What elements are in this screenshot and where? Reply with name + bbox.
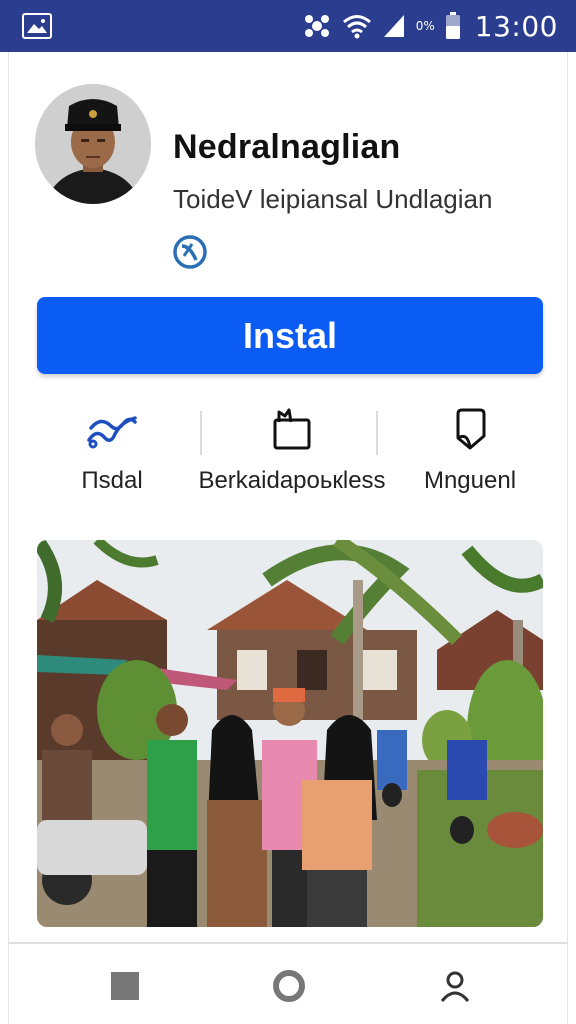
gallery-icon <box>22 13 52 39</box>
recents-button[interactable] <box>105 966 145 1006</box>
app-name: Nedralnaglian <box>173 128 401 166</box>
action-folder[interactable]: Berkaidapoькless <box>197 407 387 507</box>
clock: 13:00 <box>474 9 558 43</box>
verified-badge-icon <box>172 234 208 270</box>
action-row: Πsdal Berkaidapoькless Mnguenl <box>37 407 543 507</box>
link-icon <box>85 407 139 453</box>
app-subtitle: ToideV leipiansal Undlagian <box>173 184 493 214</box>
wifi-icon <box>342 13 372 39</box>
status-bar: 0% 13:00 <box>0 0 576 52</box>
battery-icon <box>445 12 461 40</box>
action-label: Berkaidapoькless <box>198 467 386 494</box>
action-label: Mnguenl <box>423 467 517 494</box>
signal-icon <box>382 13 406 39</box>
app-header: Nedralnaglian ToideV leipiansal Undlagia… <box>35 84 545 284</box>
action-bookmark[interactable]: Mnguenl <box>397 407 543 507</box>
bluetooth-icon <box>302 13 332 39</box>
bookmark-icon <box>452 407 488 453</box>
home-button[interactable] <box>269 966 309 1006</box>
divider <box>376 411 378 455</box>
folder-icon <box>269 407 315 453</box>
battery-percent: 0% <box>415 19 435 33</box>
avatar <box>35 84 151 204</box>
profile-button[interactable] <box>435 966 475 1006</box>
action-label: Πsdal <box>81 467 143 494</box>
install-button[interactable]: Instal <box>37 297 543 374</box>
photo-image[interactable] <box>37 540 543 927</box>
navigation-bar <box>8 942 568 1024</box>
app-details-screen: Nedralnaglian ToideV leipiansal Undlagia… <box>8 52 568 942</box>
action-link[interactable]: Πsdal <box>37 407 187 507</box>
